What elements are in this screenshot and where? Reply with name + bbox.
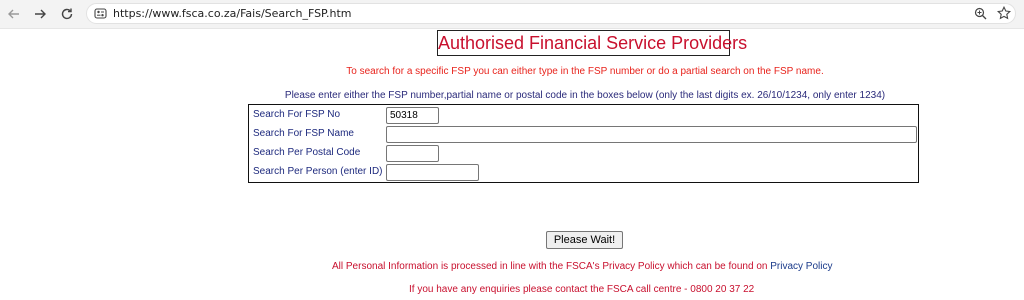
url-text: https://www.fsca.co.za/Fais/Search_FSP.h… (113, 7, 352, 20)
fsp-name-label: Search For FSP Name (253, 128, 354, 139)
postal-code-row: Search Per Postal Code (249, 144, 918, 163)
instruction-text: Please enter either the FSP number,parti… (284, 90, 886, 101)
privacy-notice: All Personal Information is processed in… (332, 261, 832, 272)
person-id-label: Search Per Person (enter ID) (253, 166, 383, 177)
reload-icon[interactable] (57, 4, 77, 24)
fsp-no-label: Search For FSP No (253, 109, 341, 120)
postal-code-label: Search Per Postal Code (253, 147, 361, 158)
privacy-policy-link[interactable]: Privacy Policy (770, 261, 832, 272)
zoom-icon[interactable] (974, 7, 987, 25)
fsp-name-row: Search For FSP Name (249, 125, 918, 144)
privacy-text: All Personal Information is processed in… (332, 261, 771, 272)
back-arrow-icon[interactable] (4, 4, 24, 24)
enquiry-text: If you have any enquiries please contact… (409, 284, 755, 295)
search-form: Search For FSP No Search For FSP Name Se… (248, 104, 919, 183)
person-id-input[interactable] (386, 164, 479, 181)
fsp-no-row: Search For FSP No (249, 106, 918, 125)
intro-text: To search for a specific FSP you can eit… (346, 66, 824, 77)
fsp-name-input[interactable] (386, 126, 917, 143)
site-info-icon[interactable] (94, 7, 107, 25)
page-content: Authorised Financial Service Providers T… (0, 28, 1024, 300)
browser-toolbar: https://www.fsca.co.za/Fais/Search_FSP.h… (0, 0, 1024, 28)
address-bar[interactable]: https://www.fsca.co.za/Fais/Search_FSP.h… (86, 3, 1016, 24)
fsp-no-input[interactable] (386, 107, 439, 124)
postal-code-input[interactable] (386, 145, 439, 162)
star-icon[interactable] (996, 5, 1012, 25)
page-title: Authorised Financial Service Providers (437, 30, 747, 56)
forward-arrow-icon[interactable] (30, 4, 50, 24)
person-id-row: Search Per Person (enter ID) (249, 163, 918, 182)
please-wait-button[interactable]: Please Wait! (546, 231, 623, 249)
